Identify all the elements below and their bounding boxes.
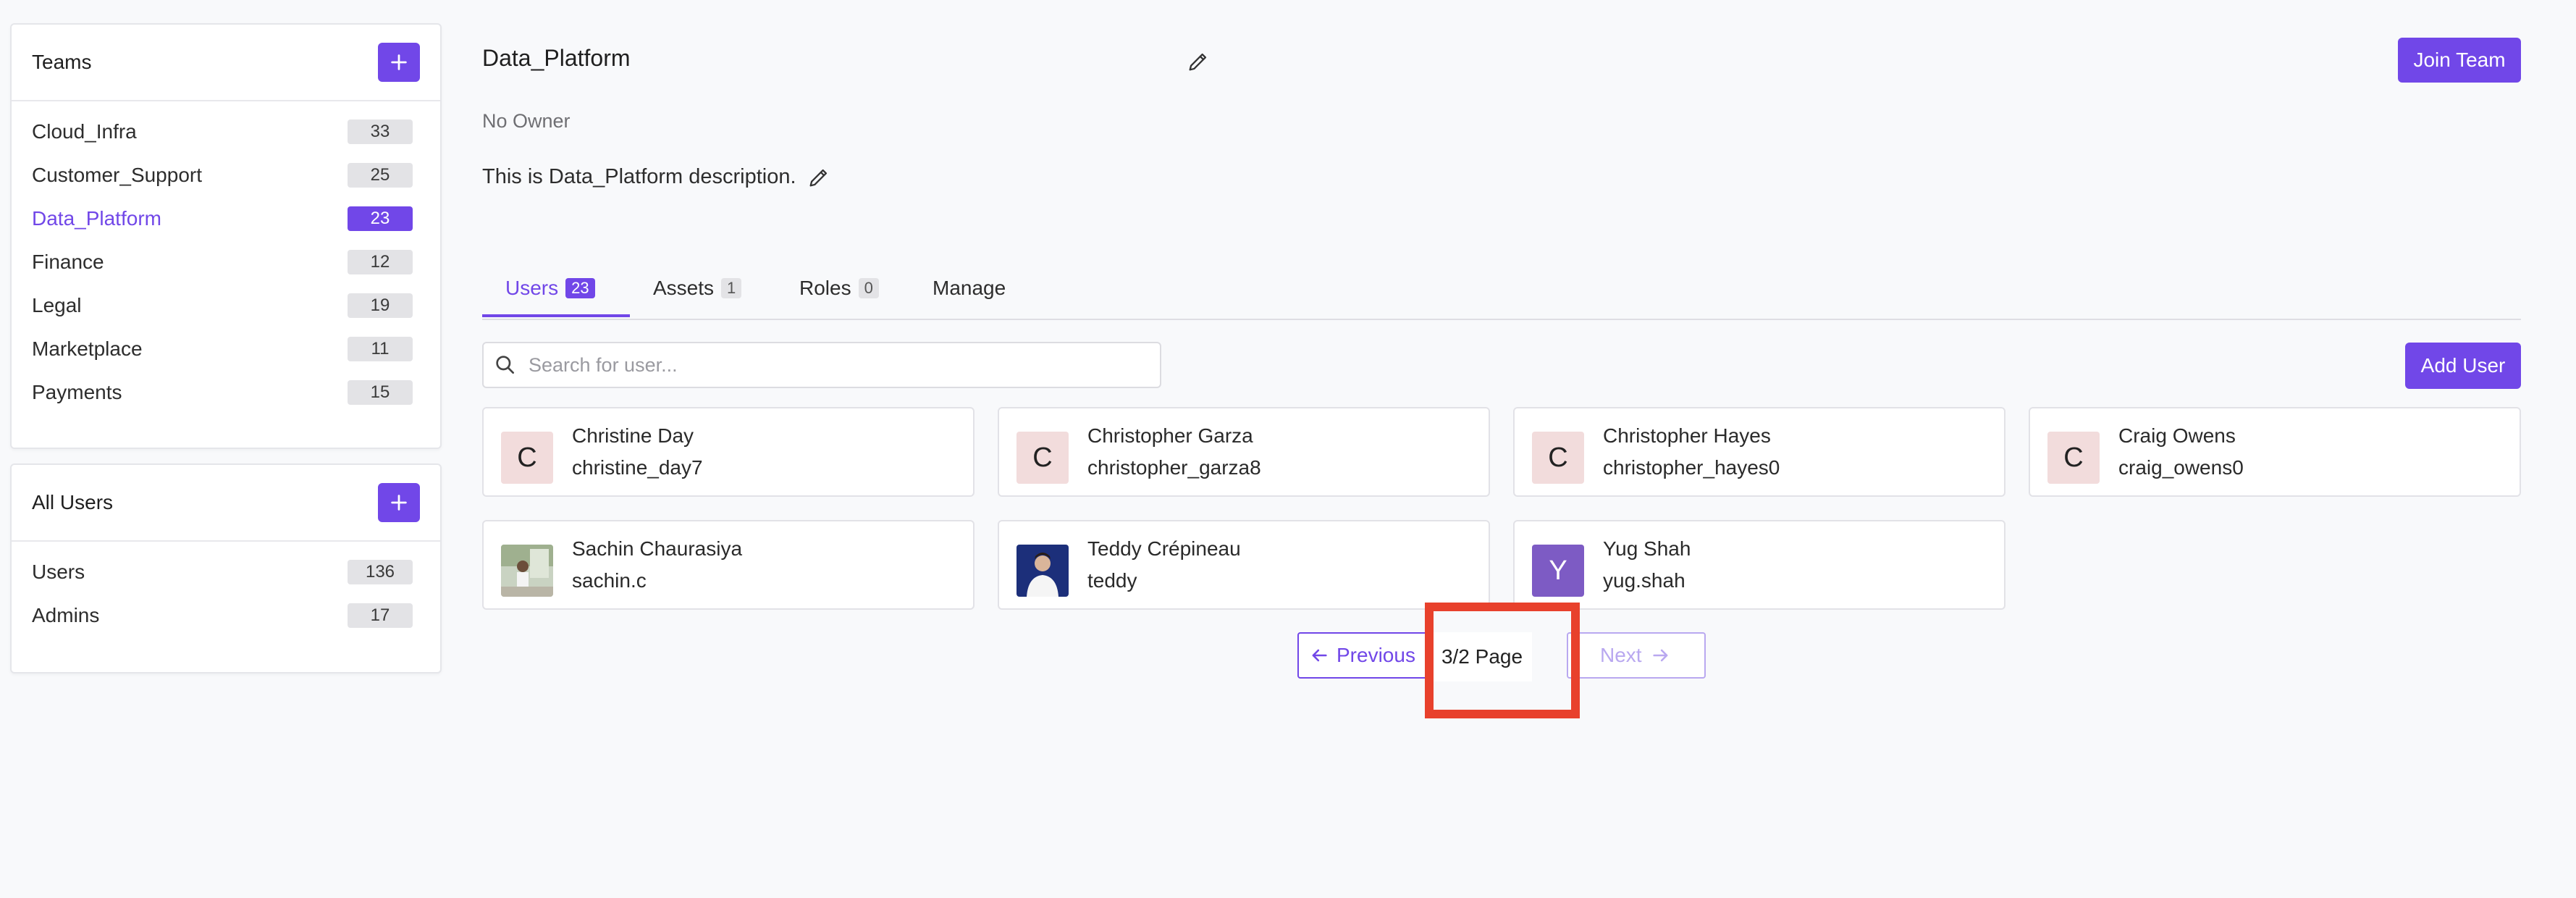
next-label: Next (1600, 644, 1642, 666)
tab-label: Users (505, 277, 559, 299)
team-description: This is Data_Platform description. (482, 165, 796, 188)
tab-count-badge: 1 (721, 278, 742, 298)
user-card[interactable]: Teddy Crépineau teddy (998, 520, 1490, 610)
tab-roles[interactable]: Roles 0 (799, 259, 879, 317)
team-item-cloud-infra[interactable]: Cloud_Infra 33 (12, 110, 440, 154)
user-name: Christopher Garza (1087, 424, 1253, 447)
team-count-badge: 33 (348, 119, 413, 144)
tab-label: Assets (653, 277, 715, 299)
users-count-badge: 136 (348, 560, 413, 584)
team-item-label: Payments (32, 381, 122, 403)
team-count-badge: 12 (348, 250, 413, 274)
avatar: C (1532, 432, 1584, 484)
user-search-box (482, 342, 1161, 388)
teams-panel: Teams Cloud_Infra 33 Customer_Support 25… (10, 23, 442, 449)
teams-panel-header: Teams (12, 25, 440, 101)
avatar: C (1016, 432, 1069, 484)
user-name: Sachin Chaurasiya (572, 537, 743, 560)
tab-label: Manage (933, 277, 1006, 299)
avatar: Y (1532, 545, 1584, 597)
avatar: C (2047, 432, 2100, 484)
avatar-photo (501, 545, 553, 597)
add-team-button[interactable] (378, 43, 420, 82)
team-item-label: Data_Platform (32, 207, 161, 230)
arrow-right-icon (1652, 649, 1668, 662)
search-icon (496, 356, 514, 374)
user-card[interactable]: C Christopher Garza christopher_garza8 (998, 407, 1490, 497)
user-name: Teddy Crépineau (1087, 537, 1241, 560)
user-handle: christine_day7 (572, 456, 703, 479)
team-title: Data_Platform (482, 45, 631, 71)
team-item-label: Customer_Support (32, 164, 203, 186)
user-name: Yug Shah (1603, 537, 1691, 560)
arrow-left-icon (1312, 649, 1327, 662)
user-handle: sachin.c (572, 569, 647, 592)
team-item-payments[interactable]: Payments 15 (12, 371, 440, 414)
team-owner: No Owner (482, 110, 571, 132)
previous-page-button[interactable]: Previous (1297, 632, 1439, 679)
user-name: Christine Day (572, 424, 694, 447)
tab-manage[interactable]: Manage (933, 259, 1006, 317)
edit-description-icon[interactable] (807, 165, 831, 190)
admins-item-label: Admins (32, 604, 100, 626)
team-item-label: Legal (32, 294, 82, 316)
team-tabs: Users 23 Assets 1 Roles 0 Manage (482, 259, 2521, 320)
tab-assets[interactable]: Assets 1 (653, 259, 742, 317)
user-handle: yug.shah (1603, 569, 1685, 592)
user-card[interactable]: C Craig Owens craig_owens0 (2029, 407, 2521, 497)
join-team-button[interactable]: Join Team (2398, 38, 2521, 83)
add-user-group-button[interactable] (378, 483, 420, 522)
plus-icon (391, 54, 407, 70)
team-count-badge: 25 (348, 163, 413, 188)
team-item-marketplace[interactable]: Marketplace 11 (12, 327, 440, 371)
team-count-badge: 15 (348, 380, 413, 405)
team-item-customer-support[interactable]: Customer_Support 25 (12, 154, 440, 197)
edit-title-icon[interactable] (1186, 49, 1211, 74)
previous-label: Previous (1337, 644, 1415, 666)
team-item-data-platform[interactable]: Data_Platform 23 (12, 197, 440, 240)
user-handle: christopher_garza8 (1087, 456, 1261, 479)
user-name: Craig Owens (2118, 424, 2236, 447)
user-handle: teddy (1087, 569, 1137, 592)
users-item-label: Users (32, 561, 85, 583)
team-item-legal[interactable]: Legal 19 (12, 284, 440, 327)
add-user-button[interactable]: Add User (2405, 343, 2521, 389)
user-card[interactable]: C Christopher Hayes christopher_hayes0 (1513, 407, 2005, 497)
next-page-button[interactable]: Next (1567, 632, 1706, 679)
all-users-panel-header: All Users (12, 465, 440, 542)
tab-count-badge: 23 (565, 278, 595, 298)
tab-label: Roles (799, 277, 851, 299)
highlight-annotation (1425, 603, 1580, 718)
tab-users[interactable]: Users 23 (505, 259, 595, 317)
team-item-finance[interactable]: Finance 12 (12, 240, 440, 284)
team-count-badge: 19 (348, 293, 413, 318)
teams-panel-title: Teams (32, 51, 92, 73)
team-item-label: Marketplace (32, 337, 143, 360)
team-item-label: Cloud_Infra (32, 120, 137, 143)
all-users-panel-title: All Users (32, 491, 114, 513)
user-name: Christopher Hayes (1603, 424, 1771, 447)
user-handle: christopher_hayes0 (1603, 456, 1780, 479)
avatar-photo (1016, 545, 1069, 597)
active-tab-indicator (482, 314, 630, 317)
user-handle: craig_owens0 (2118, 456, 2244, 479)
user-card[interactable]: Y Yug Shah yug.shah (1513, 520, 2005, 610)
team-count-badge: 11 (348, 337, 413, 361)
all-users-panel: All Users Users 136 Admins 17 (10, 463, 442, 674)
avatar: C (501, 432, 553, 484)
team-count-badge: 23 (348, 206, 413, 231)
plus-icon (391, 495, 407, 511)
search-input[interactable] (527, 353, 1153, 377)
admins-item[interactable]: Admins 17 (12, 594, 440, 637)
admins-count-badge: 17 (348, 603, 413, 628)
user-card[interactable]: Sachin Chaurasiya sachin.c (482, 520, 975, 610)
team-item-label: Finance (32, 251, 104, 273)
user-card[interactable]: C Christine Day christine_day7 (482, 407, 975, 497)
users-item[interactable]: Users 136 (12, 550, 440, 594)
tab-count-badge: 0 (858, 278, 879, 298)
